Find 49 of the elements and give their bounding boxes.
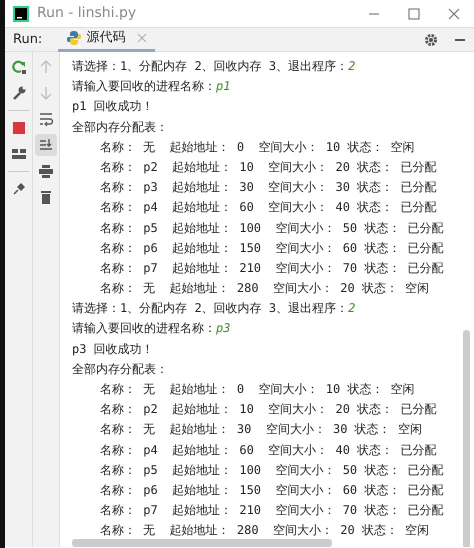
table-row-text: 名称： p6 起始地址： 150 空间大小： 60 状态： 已分配 bbox=[100, 482, 444, 497]
typed-input-text: 2 bbox=[348, 301, 356, 316]
console-line: 全部内存分配表： bbox=[72, 362, 168, 376]
layout-icon bbox=[10, 146, 26, 162]
python-icon bbox=[66, 30, 82, 46]
table-row-text: 名称： 无 起始地址： 0 空间大小： 10 状态： 空闲 bbox=[100, 382, 415, 396]
table-row-text: 名称： 无 起始地址： 280 空间大小： 20 状态： 空闲 bbox=[100, 523, 430, 538]
table-row-text: 名称： 无 起始地址： 30 空间大小： 30 状态： 空闲 bbox=[100, 422, 422, 436]
table-row-text: 名称： p2 起始地址： 10 空间大小： 20 状态： 已分配 bbox=[100, 160, 436, 174]
table-row-text: 名称： 无 起始地址： 0 空间大小： 10 状态： 空闲 bbox=[100, 140, 415, 154]
console-prompt: 请选择：1、分配内存 2、回收内存 3、退出程序： bbox=[72, 59, 348, 73]
console-prompt: 请选择：1、分配内存 2、回收内存 3、退出程序： bbox=[72, 301, 348, 316]
rerun-icon bbox=[10, 59, 26, 75]
scrollbar[interactable] bbox=[463, 330, 470, 547]
soft-wrap-icon bbox=[38, 111, 54, 127]
app-icon bbox=[13, 6, 29, 22]
run-label: Run: bbox=[13, 30, 42, 49]
run-tab[interactable]: 源代码 bbox=[58, 28, 156, 52]
console-prompt: 请输入要回收的进程名称： bbox=[72, 321, 216, 336]
wrench-icon bbox=[10, 85, 26, 101]
table-row-text: 名称： p7 起始地址： 210 空间大小： 70 状态： 已分配 bbox=[100, 260, 444, 275]
table-row-text: 名称： p4 起始地址： 60 空间大小： 40 状态： 已分配 bbox=[100, 200, 436, 214]
table-row-text: 名称： p5 起始地址： 100 空间大小： 50 状态： 已分配 bbox=[100, 462, 444, 477]
scrollbar[interactable] bbox=[72, 539, 332, 547]
down-arrow-icon bbox=[38, 85, 54, 101]
table-row-text: 名称： p2 起始地址： 10 空间大小： 20 状态： 已分配 bbox=[100, 402, 436, 416]
table-row-text: 名称： p3 起始地址： 30 空间大小： 30 状态： 已分配 bbox=[100, 180, 436, 194]
table-row-text: 名称： p4 起始地址： 60 空间大小： 40 状态： 已分配 bbox=[100, 442, 436, 457]
table-row-text: 名称： p5 起始地址： 100 空间大小： 50 状态： 已分配 bbox=[100, 220, 444, 234]
typed-input-text: 2 bbox=[348, 59, 356, 73]
pin-icon bbox=[10, 181, 26, 197]
scroll-to-end-button[interactable] bbox=[35, 134, 57, 156]
console-line: p1 回收成功！ bbox=[72, 99, 154, 114]
typed-input-text: p3 bbox=[216, 321, 230, 336]
console-line: p3 回收成功！ bbox=[72, 342, 154, 356]
stop-icon bbox=[10, 120, 26, 136]
console-line: 全部内存分配表： bbox=[72, 120, 168, 134]
console-prompt: 请输入要回收的进程名称： bbox=[72, 79, 216, 94]
maximize-icon bbox=[408, 8, 420, 20]
up-arrow-icon bbox=[38, 59, 54, 75]
settings-icon[interactable] bbox=[424, 32, 438, 46]
table-row-text: 名称： 无 起始地址： 280 空间大小： 20 状态： 空闲 bbox=[100, 281, 430, 296]
window-title: Run - linshi.py bbox=[37, 4, 138, 23]
trash-icon bbox=[38, 189, 54, 205]
close-icon bbox=[448, 8, 460, 20]
table-row-text: 名称： p6 起始地址： 150 空间大小： 60 状态： 已分配 bbox=[100, 240, 444, 255]
table-row-text: 名称： p7 起始地址： 210 空间大小： 70 状态： 已分配 bbox=[100, 503, 444, 518]
typed-input-text: p1 bbox=[216, 79, 230, 94]
print-icon bbox=[38, 163, 54, 179]
